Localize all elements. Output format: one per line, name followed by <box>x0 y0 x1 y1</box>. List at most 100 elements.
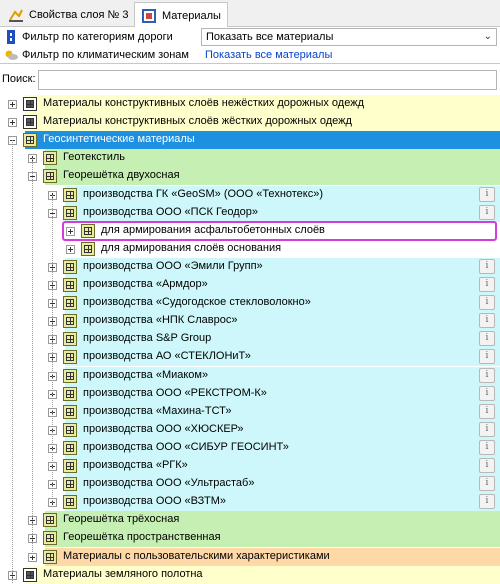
material-category-icon <box>63 206 77 220</box>
material-category-icon <box>63 459 77 473</box>
tree-item[interactable]: Георешётка двухосная <box>45 167 500 185</box>
info-icon[interactable]: i <box>479 313 495 328</box>
tree-item-label: производства «РГК» <box>83 459 188 471</box>
material-category-icon <box>81 242 95 256</box>
climate-zone-filter-link[interactable]: Показать все материалы <box>205 49 332 61</box>
info-icon[interactable]: i <box>479 331 495 346</box>
info-icon[interactable]: i <box>479 404 495 419</box>
info-icon[interactable]: i <box>479 494 495 509</box>
tree-item[interactable]: Геотекстиль <box>45 149 500 167</box>
tree-item-label: для армирования слоёв основания <box>101 242 282 254</box>
tree-item[interactable]: производства ООО «РЕКСТРОМ-К» i <box>65 385 500 403</box>
tree-item-label: Материалы земляного полотна <box>43 568 203 580</box>
search-label: Поиск: <box>2 73 36 85</box>
expand-icon[interactable] <box>8 118 17 127</box>
info-icon[interactable]: i <box>479 349 495 364</box>
tree-item[interactable]: Георешётка пространственная <box>45 529 500 547</box>
road-category-filter-label: Фильтр по категориям дороги <box>22 31 173 43</box>
tree-item[interactable]: Материалы конструктивных слоёв жёстких д… <box>25 113 500 131</box>
road-category-filter-row: Фильтр по категориям дороги Показать все… <box>0 28 500 46</box>
tree-item[interactable]: производства ГК «GeoSM» (ООО «Технотекс»… <box>65 186 500 204</box>
tree-item[interactable]: Материалы земляного полотна <box>25 566 500 584</box>
material-category-icon <box>63 369 77 383</box>
tree-item[interactable]: производства «Махина-ТСТ» i <box>65 403 500 421</box>
tree-item-label: Материалы конструктивных слоёв нежёстких… <box>43 97 364 109</box>
tree-item[interactable]: производства ООО «ПСК Геодор» i <box>65 204 500 222</box>
material-category-icon <box>43 513 57 527</box>
material-category-icon <box>43 531 57 545</box>
material-category-icon <box>23 133 37 147</box>
road-category-select[interactable]: Показать все материалы ⌄ <box>201 28 497 46</box>
tree-item[interactable]: Георешётка трёхосная <box>45 511 500 529</box>
info-icon[interactable]: i <box>479 386 495 401</box>
tree-item[interactable]: Материалы с пользовательскими характерис… <box>45 548 500 566</box>
materials-tree: Материалы конструктивных слоёв нежёстких… <box>0 95 500 584</box>
tab-bar: Свойства слоя № 3 Материалы <box>0 0 500 28</box>
tree-item-label: производства ООО «СИБУР ГЕОСИНТ» <box>83 441 289 453</box>
expand-icon[interactable] <box>8 100 17 109</box>
material-category-icon <box>63 387 77 401</box>
tree-item-label: производства ГК «GeoSM» (ООО «Технотекс»… <box>83 188 324 200</box>
info-icon[interactable]: i <box>479 422 495 437</box>
chevron-down-icon: ⌄ <box>483 31 492 42</box>
search-bar: Поиск: <box>0 70 500 90</box>
material-category-icon <box>63 314 77 328</box>
tree-item[interactable]: производства АО «СТЕКЛОНиТ» i <box>65 348 500 366</box>
tree-item-label: производства «НПК Славрос» <box>83 314 238 326</box>
tree-item-label: производства АО «СТЕКЛОНиТ» <box>83 350 251 362</box>
tree-item-label: Материалы с пользовательскими характерис… <box>63 550 330 562</box>
info-icon[interactable]: i <box>479 277 495 292</box>
tree-guide-line <box>32 158 33 556</box>
tree-item[interactable]: производства S&P Group i <box>65 330 500 348</box>
tab-layer-properties[interactable]: Свойства слоя № 3 <box>2 2 135 27</box>
info-icon[interactable]: i <box>479 295 495 310</box>
tree-item-label: Материалы конструктивных слоёв жёстких д… <box>43 115 352 127</box>
info-icon[interactable]: i <box>479 205 495 220</box>
tree-item[interactable]: производства «Армдор» i <box>65 276 500 294</box>
info-icon[interactable]: i <box>479 259 495 274</box>
info-icon[interactable]: i <box>479 368 495 383</box>
tree-item[interactable]: производства «Судогодское стекловолокно»… <box>65 294 500 312</box>
info-icon[interactable]: i <box>479 440 495 455</box>
tree-item-label: производства «Миаком» <box>83 369 209 381</box>
road-category-select-value: Показать все материалы <box>206 31 334 43</box>
material-category-icon <box>63 188 77 202</box>
climate-zone-filter-row: Фильтр по климатическим зонам Показать в… <box>0 46 500 64</box>
info-icon[interactable]: i <box>479 458 495 473</box>
tree-item-label: производства ООО «ХЮСКЕР» <box>83 423 244 435</box>
tree-item[interactable]: Материалы конструктивных слоёв нежёстких… <box>25 95 500 113</box>
tree-guide-line <box>12 140 13 583</box>
layer-properties-icon <box>8 7 24 23</box>
tree-item[interactable]: производства ООО «ВЗТМ» i <box>65 493 500 511</box>
info-icon[interactable]: i <box>479 476 495 491</box>
tree-item-label: Геосинтетические материалы <box>43 133 195 145</box>
climate-zone-filter-label: Фильтр по климатическим зонам <box>22 49 189 61</box>
tree-item-label: производства «Армдор» <box>83 278 208 290</box>
climate-zone-icon <box>4 48 18 62</box>
material-category-icon <box>63 423 77 437</box>
tree-item[interactable]: производства ООО «СИБУР ГЕОСИНТ» i <box>65 439 500 457</box>
tree-item[interactable]: производства ООО «ХЮСКЕР» i <box>65 421 500 439</box>
material-category-icon <box>63 441 77 455</box>
tree-item[interactable]: производства «РГК» i <box>65 457 500 475</box>
material-category-icon <box>63 260 77 274</box>
tab-materials[interactable]: Материалы <box>134 2 228 28</box>
tab-layer-properties-label: Свойства слоя № 3 <box>29 8 129 21</box>
search-input[interactable] <box>38 70 497 90</box>
tree-item[interactable]: производства ООО «Эмили Групп» i <box>65 258 500 276</box>
tree-item-label: Геотекстиль <box>63 151 126 163</box>
road-category-icon <box>4 30 18 44</box>
tree-item-label: Георешётка пространственная <box>63 531 221 543</box>
tree-item-label: производства ООО «Ультрастаб» <box>83 477 255 489</box>
expand-icon[interactable] <box>66 245 75 254</box>
material-category-icon <box>23 568 37 582</box>
tree-item[interactable]: для армирования слоёв основания <box>83 240 500 258</box>
tree-item[interactable]: производства «Миаком» i <box>65 367 500 385</box>
tree-item-label: Георешётка трёхосная <box>63 513 180 525</box>
tree-item[interactable]: производства «НПК Славрос» i <box>65 312 500 330</box>
tree-item[interactable]: производства ООО «Ультрастаб» i <box>65 475 500 493</box>
tree-item-label: производства ООО «ВЗТМ» <box>83 495 227 507</box>
info-icon[interactable]: i <box>479 187 495 202</box>
tree-item-label: производства ООО «ПСК Геодор» <box>83 206 258 218</box>
tree-item[interactable]: Геосинтетические материалы <box>25 131 500 149</box>
